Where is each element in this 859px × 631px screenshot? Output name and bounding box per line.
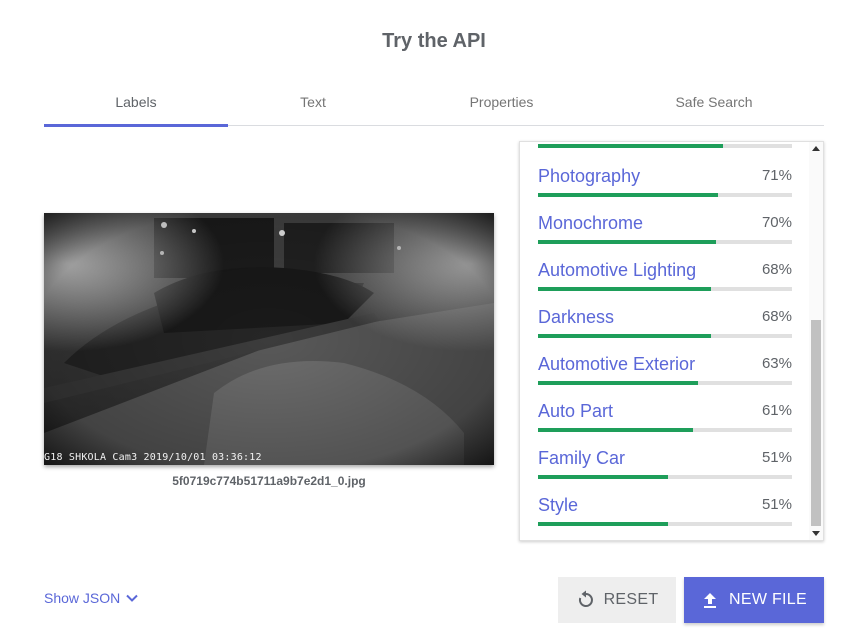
- result-percent: 70%: [761, 214, 792, 231]
- image-timestamp-overlay: G18 SHKOLA Cam3 2019/10/01 03:36:12: [44, 452, 262, 463]
- reset-label: RESET: [603, 591, 659, 608]
- score-track: [538, 381, 792, 385]
- list-item: Monochrome 70%: [538, 211, 792, 258]
- reset-icon: [578, 590, 593, 607]
- result-label: Automotive Exterior: [538, 354, 696, 374]
- result-label: Family Car: [538, 448, 626, 468]
- result-label: Auto Part: [538, 401, 614, 421]
- new-file-label: NEW FILE: [729, 591, 807, 608]
- result-percent: 51%: [761, 496, 792, 513]
- partial-result-row: [538, 144, 792, 148]
- score-bar: [538, 144, 724, 148]
- score-bar: [538, 381, 699, 385]
- score-bar: [538, 475, 668, 479]
- list-item: Family Car 51%: [538, 446, 792, 493]
- score-bar: [538, 522, 668, 526]
- list-item: Darkness 68%: [538, 305, 792, 352]
- page-title: Try the API: [382, 30, 486, 52]
- tab-properties[interactable]: Properties: [414, 82, 589, 125]
- image-filename: 5f0719c774b51711a9b7e2d1_0.jpg: [172, 474, 366, 488]
- tab-bar: Labels Text Properties Safe Search: [44, 82, 824, 127]
- list-item: Automotive Lighting 68%: [538, 258, 792, 305]
- tab-safe-search[interactable]: Safe Search: [624, 82, 804, 125]
- result-label: Style: [538, 495, 579, 515]
- show-json-toggle[interactable]: Show JSON: [44, 590, 140, 606]
- result-percent: 71%: [761, 167, 792, 184]
- result-percent: 68%: [761, 261, 792, 278]
- score-track: [538, 334, 792, 338]
- scroll-down-arrow-icon[interactable]: [812, 531, 820, 536]
- uploaded-image: G18 SHKOLA Cam3 2019/10/01 03:36:12: [44, 213, 494, 465]
- score-track: [538, 240, 792, 244]
- result-percent: 51%: [761, 449, 792, 466]
- result-percent: 61%: [761, 402, 792, 419]
- result-label: Automotive Lighting: [538, 260, 697, 280]
- result-label: Monochrome: [538, 213, 644, 233]
- score-bar: [538, 287, 711, 291]
- score-track: [538, 144, 792, 148]
- list-item: Automotive Exterior 63%: [538, 352, 792, 399]
- chevron-down-icon: [126, 594, 138, 602]
- score-track: [538, 522, 792, 526]
- score-bar: [538, 240, 716, 244]
- results-scrollbar[interactable]: [809, 142, 823, 540]
- scroll-thumb[interactable]: [811, 320, 821, 526]
- results-panel[interactable]: Photography 71% Monochrome 70% Automotiv…: [519, 141, 824, 541]
- list-item: Auto Part 61%: [538, 399, 792, 446]
- score-bar: [538, 193, 719, 197]
- reset-button[interactable]: RESET: [558, 577, 676, 623]
- upload-icon: [704, 593, 717, 608]
- show-json-label: Show JSON: [44, 590, 121, 606]
- score-bar: [538, 334, 711, 338]
- score-track: [538, 475, 792, 479]
- tab-text[interactable]: Text: [228, 82, 398, 125]
- list-item: Style 51%: [538, 493, 792, 540]
- result-percent: 68%: [761, 308, 792, 325]
- tab-labels[interactable]: Labels: [44, 82, 228, 125]
- score-track: [538, 287, 792, 291]
- score-bar: [538, 428, 693, 432]
- score-track: [538, 193, 792, 197]
- image-content: [44, 213, 494, 465]
- score-track: [538, 428, 792, 432]
- list-item: Photography 71%: [538, 164, 792, 211]
- active-tab-indicator: [44, 124, 228, 127]
- new-file-button[interactable]: NEW FILE: [684, 577, 824, 623]
- result-label: Photography: [538, 166, 641, 186]
- result-percent: 63%: [761, 355, 792, 372]
- result-label: Darkness: [538, 307, 615, 327]
- scroll-up-arrow-icon[interactable]: [812, 146, 820, 151]
